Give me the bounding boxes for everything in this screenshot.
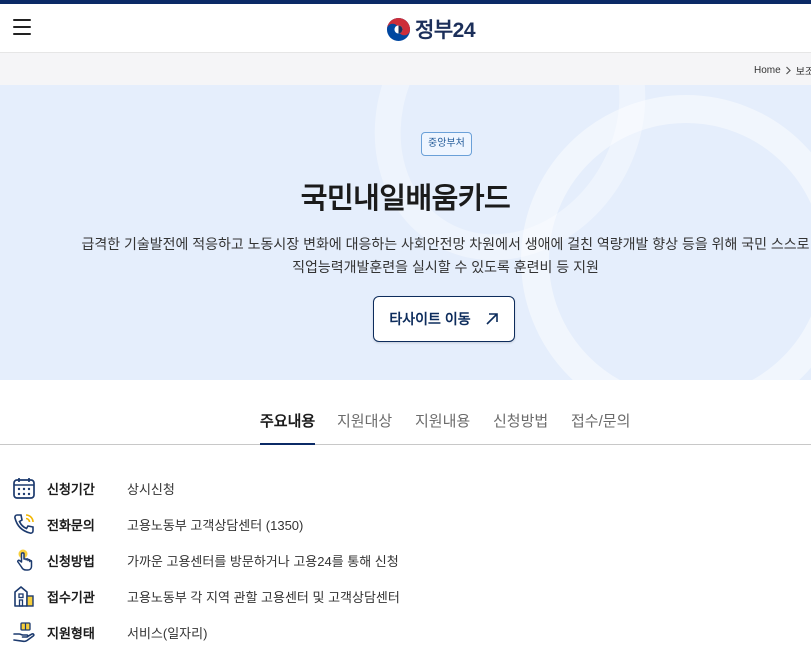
- info-label: 전화문의: [47, 517, 95, 533]
- breadcrumb-home[interactable]: Home: [754, 65, 781, 76]
- info-value: 고용노동부 고객상담센터 (1350): [127, 517, 304, 533]
- breadcrumb-bar: Home 보조: [0, 53, 811, 85]
- info-row: 접수기관 고용노동부 각 지역 관할 고용센터 및 고객상담센터: [12, 583, 400, 609]
- site-header: 정부24: [0, 4, 811, 53]
- hero-section: 중앙부처 국민내일배움카드 급격한 기술발전에 적응하고 노동시장 변화에 대응…: [0, 85, 811, 380]
- taegeuk-logo-icon: [386, 17, 411, 41]
- info-row: 지원형태 서비스(일자리): [12, 619, 207, 645]
- external-site-button-label: 타사이트 이동: [389, 311, 471, 327]
- breadcrumb: Home 보조: [754, 63, 811, 78]
- arrow-up-right-icon: [486, 313, 498, 325]
- tab-application-method[interactable]: 신청방법: [493, 410, 548, 431]
- page-title: 국민내일배움카드: [300, 183, 511, 215]
- info-row: 신청방법 가까운 고용센터를 방문하거나 고용24를 통해 신청: [12, 547, 399, 573]
- hamburger-icon[interactable]: [13, 19, 31, 35]
- info-label: 접수기관: [47, 589, 95, 605]
- description-line: 급격한 기술발전에 적응하고 노동시장 변화에 대응하는 사회안전망 차원에서 …: [81, 236, 810, 252]
- tab-eligibility[interactable]: 지원대상: [337, 410, 392, 431]
- content-tabs: 주요내용 지원대상 지원내용 신청방법 접수/문의: [0, 380, 811, 445]
- tab-support-content[interactable]: 지원내용: [415, 410, 470, 431]
- description-line: 직업능력개발훈련을 실시할 수 있도록 훈련비 등 지원: [292, 259, 599, 275]
- tab-main-content[interactable]: 주요내용: [260, 410, 316, 445]
- hand-gift-icon: [13, 622, 35, 643]
- info-label: 신청기간: [47, 481, 95, 497]
- info-row: 신청기간 상시신청: [12, 475, 175, 501]
- touch-hand-icon: [17, 549, 33, 571]
- site-logo[interactable]: 정부24: [386, 14, 476, 44]
- info-label: 신청방법: [47, 553, 95, 569]
- building-icon: [14, 586, 34, 607]
- tab-contact[interactable]: 접수/문의: [571, 410, 630, 431]
- phone-icon: [14, 514, 34, 534]
- info-value: 고용노동부 각 지역 관할 고용센터 및 고객상담센터: [127, 589, 400, 605]
- info-value: 상시신청: [127, 481, 175, 497]
- category-badge: 중앙부처: [421, 132, 472, 156]
- external-site-button[interactable]: 타사이트 이동: [373, 296, 515, 342]
- info-value: 가까운 고용센터를 방문하거나 고용24를 통해 신청: [127, 553, 399, 569]
- info-value: 서비스(일자리): [127, 625, 208, 641]
- calendar-icon: [13, 478, 35, 499]
- info-label: 지원형태: [47, 625, 95, 641]
- breadcrumb-current[interactable]: 보조: [796, 63, 811, 78]
- info-row: 전화문의 고용노동부 고객상담센터 (1350): [12, 511, 303, 537]
- logo-text: 정부24: [415, 19, 476, 42]
- page-description: 급격한 기술발전에 적응하고 노동시장 변화에 대응하는 사회안전망 차원에서 …: [60, 233, 811, 279]
- chevron-right-icon: [785, 66, 791, 75]
